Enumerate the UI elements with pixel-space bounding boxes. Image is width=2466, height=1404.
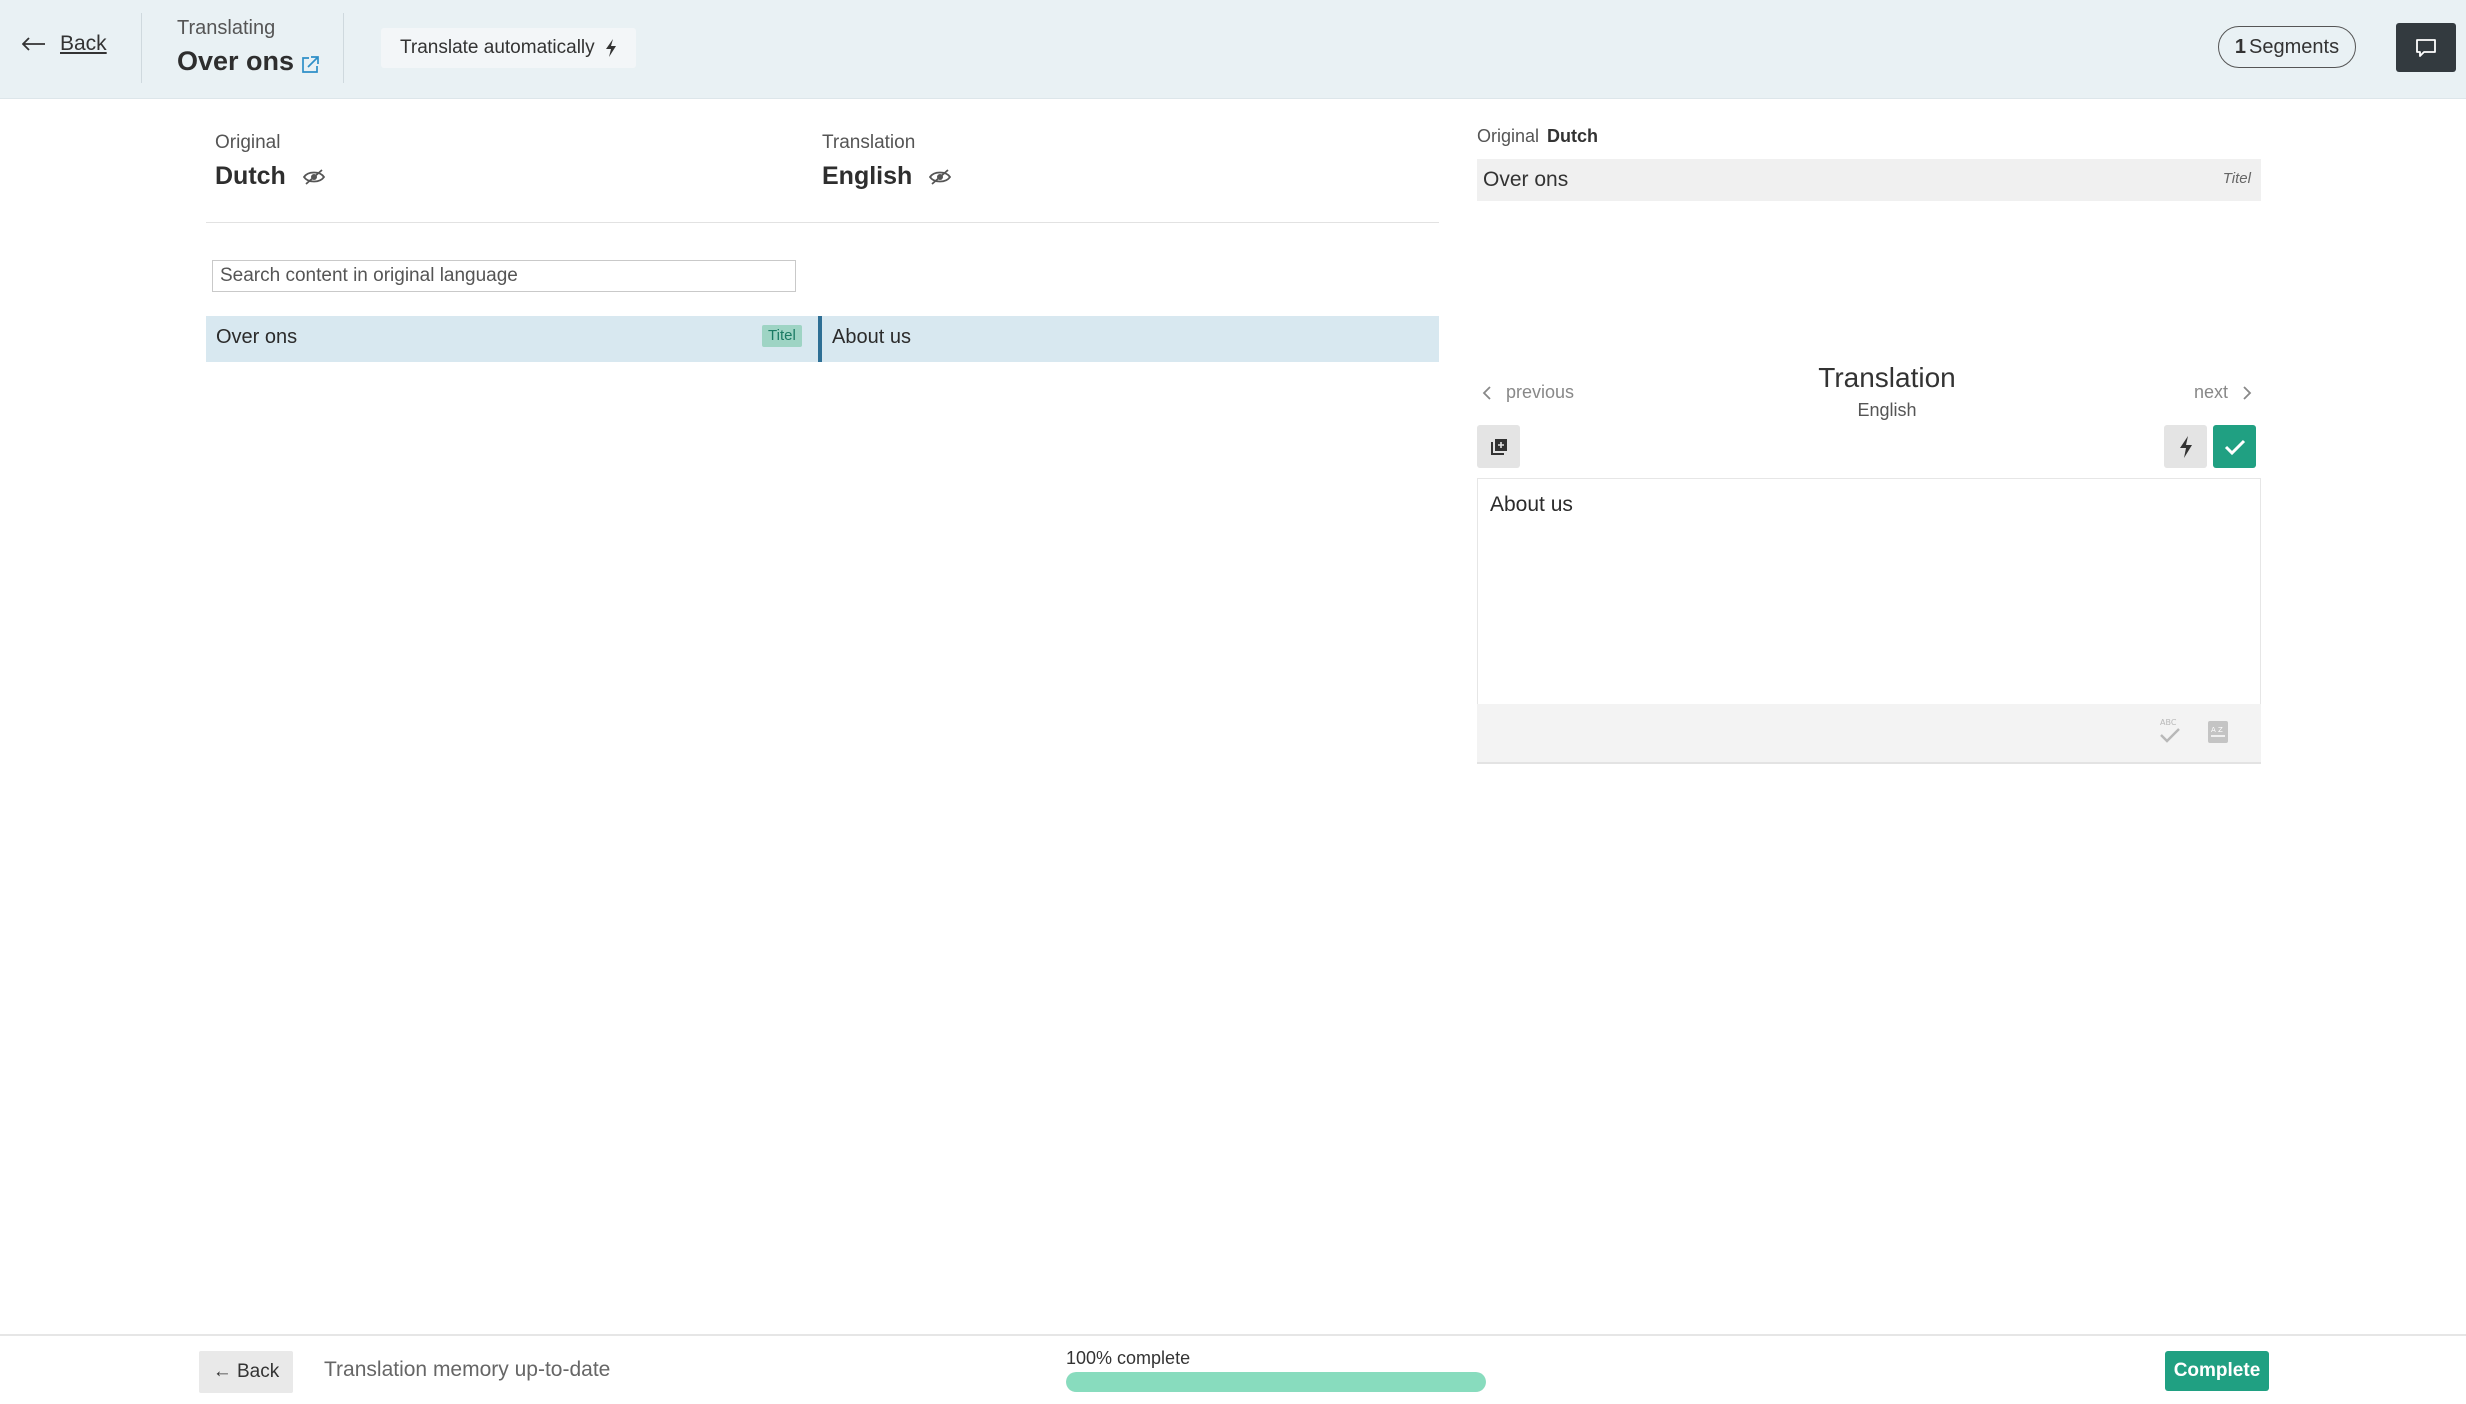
svg-text:A: A: [2211, 726, 2216, 734]
original-kicker: Original: [215, 132, 281, 153]
translation-language-header: Translation English: [822, 132, 952, 191]
checkmark-icon: [2224, 438, 2246, 456]
detail-original-language: Dutch: [1547, 126, 1599, 146]
confirm-translation-button[interactable]: [2213, 425, 2256, 468]
detail-original-text: Over ons: [1483, 168, 1569, 191]
lightning-icon: [605, 39, 617, 57]
translate-automatically-label: Translate automatically: [400, 37, 595, 58]
original-language-header: Original Dutch: [215, 132, 326, 191]
detail-original-box: Over ons Titel: [1477, 159, 2261, 201]
segments-label: Segments: [2249, 35, 2340, 58]
svg-text:ABC: ABC: [2160, 718, 2177, 727]
page-kicker: Translating: [177, 17, 276, 39]
segments-badge: 1 Segments: [2218, 26, 2356, 68]
svg-text:Z: Z: [2218, 726, 2223, 734]
search-input[interactable]: [212, 260, 796, 292]
footer-back-button[interactable]: ← Back: [199, 1351, 293, 1393]
previous-label: previous: [1506, 382, 1575, 402]
segment-original-text: Over ons: [216, 326, 298, 348]
detail-original-kicker: Original: [1477, 126, 1540, 146]
segment-row[interactable]: Over ons Titel About us: [206, 316, 1439, 362]
back-link-label: Back: [60, 32, 107, 55]
dictionary-icon[interactable]: A Z: [2207, 720, 2229, 744]
previous-button[interactable]: previous: [1482, 382, 1574, 403]
auto-translate-segment-button[interactable]: [2164, 425, 2207, 468]
chevron-left-icon: [1482, 385, 1492, 401]
translation-editor-text: About us: [1490, 493, 1573, 516]
detail-original-header: Original Dutch: [1477, 126, 1598, 147]
translation-kicker: Translation: [822, 132, 916, 153]
translation-editor[interactable]: About us: [1477, 479, 2261, 704]
memory-status: Translation memory up-to-date: [324, 1358, 611, 1381]
segment-translation-text: About us: [832, 326, 911, 348]
translation-panel-language: English: [1857, 400, 1917, 420]
visibility-toggle-icon[interactable]: [928, 168, 952, 186]
header-divider: [343, 13, 344, 83]
section-divider: [206, 222, 1439, 223]
editor-footer: ABC A Z: [1477, 704, 2261, 764]
translate-automatically-button[interactable]: Translate automatically: [381, 28, 636, 68]
chevron-right-icon: [2242, 385, 2252, 401]
original-language-name: Dutch: [215, 162, 286, 190]
copy-original-button[interactable]: [1477, 425, 1520, 468]
next-button[interactable]: next: [2194, 382, 2252, 403]
next-label: next: [2194, 382, 2229, 402]
top-bar: [0, 0, 2466, 99]
header-divider: [141, 13, 142, 83]
detail-original-tag: Titel: [2222, 170, 2251, 187]
complete-button[interactable]: Complete: [2165, 1351, 2269, 1391]
comment-icon: [2415, 38, 2437, 58]
segments-count: 1: [2234, 35, 2247, 58]
translation-language-name: English: [822, 162, 913, 190]
external-link-icon[interactable]: [300, 55, 320, 75]
page-title-row: Over ons: [177, 46, 320, 77]
lightning-icon: [2179, 435, 2193, 458]
progress-bar: [1066, 1372, 1486, 1392]
progress-label: 100% complete: [1066, 1348, 1191, 1368]
progress-bar-fill: [1066, 1372, 1486, 1392]
spellcheck-icon[interactable]: ABC: [2157, 716, 2183, 746]
copy-icon: [1489, 437, 1509, 457]
comments-button[interactable]: [2396, 23, 2456, 72]
back-link[interactable]: Back: [22, 32, 107, 56]
translation-panel-title: Translation: [1818, 362, 1956, 393]
page-title: Over ons: [177, 46, 295, 76]
segment-active-marker: [818, 316, 822, 362]
visibility-toggle-icon[interactable]: [302, 168, 326, 186]
arrow-left-icon: [22, 37, 46, 51]
segment-tag: Titel: [762, 325, 802, 347]
